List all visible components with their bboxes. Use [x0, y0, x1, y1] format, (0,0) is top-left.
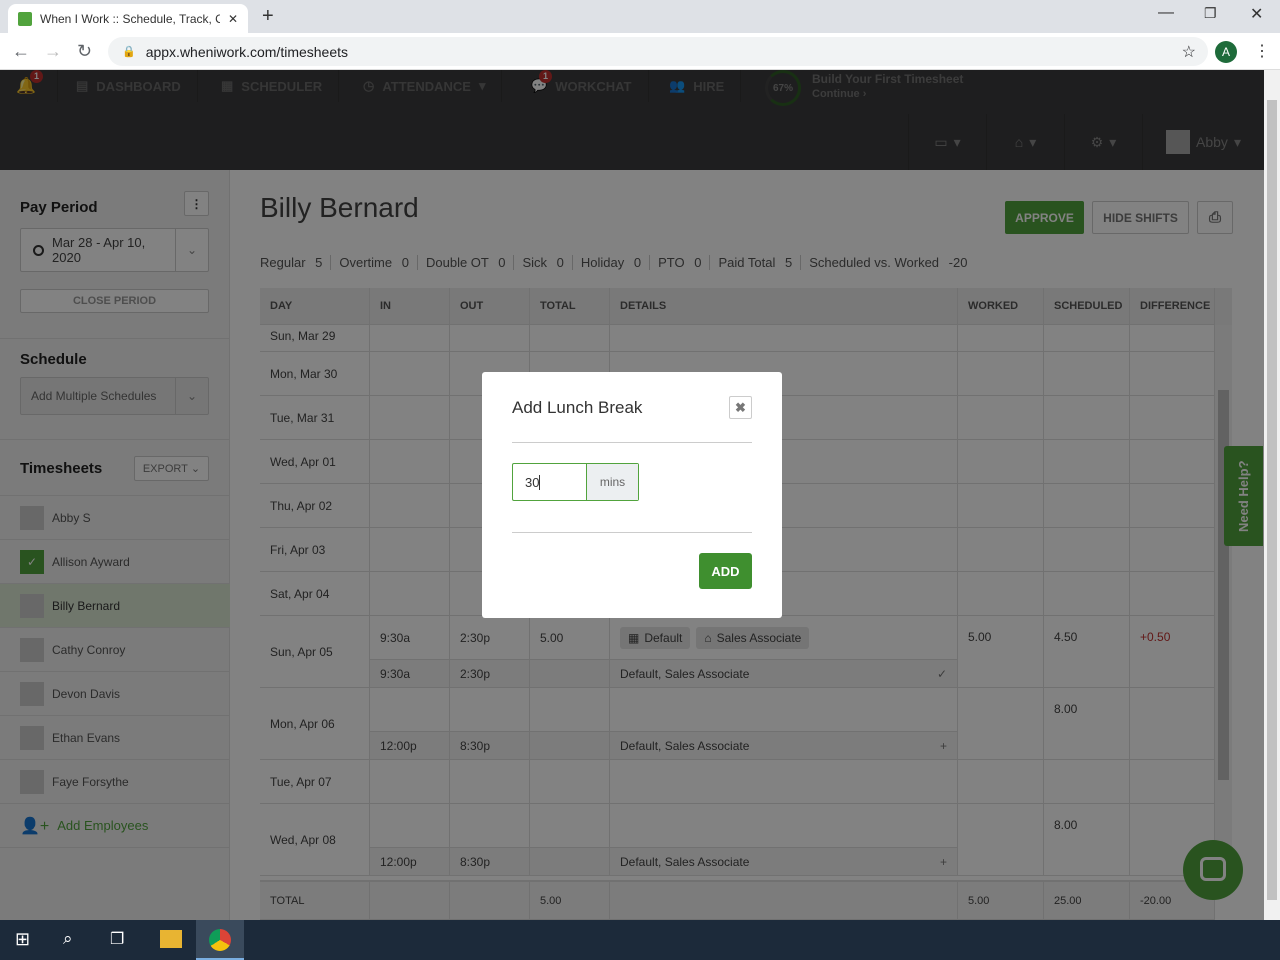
close-window-icon[interactable]: ✕ [1250, 4, 1263, 24]
close-tab-icon[interactable]: ✕ [228, 12, 238, 26]
windows-start-icon[interactable]: ⊞ [15, 929, 30, 950]
browser-menu-icon[interactable]: ⋮ [1254, 41, 1270, 61]
url-input[interactable]: 🔒 appx.wheniwork.com/timesheets ☆ [108, 37, 1208, 66]
search-icon[interactable]: ⌕ [63, 929, 73, 949]
chrome-taskbar-button[interactable] [196, 920, 244, 960]
url-text: appx.wheniwork.com/timesheets [145, 43, 349, 60]
modal-title: Add Lunch Break [512, 398, 643, 417]
forward-icon[interactable]: → [44, 41, 62, 62]
back-icon[interactable]: ← [12, 41, 30, 62]
unit-addon: mins [587, 464, 638, 500]
profile-avatar[interactable]: A [1215, 41, 1237, 63]
browser-tab[interactable]: When I Work :: Schedule, Track, C ✕ [8, 4, 248, 33]
bookmark-star-icon[interactable]: ☆ [1182, 42, 1196, 62]
new-tab-icon[interactable]: + [262, 5, 274, 28]
restore-icon[interactable]: ❐ [1204, 5, 1217, 22]
windows-taskbar: ⊞ ⌕ ❐ [0, 920, 1280, 960]
lock-icon: 🔒 [122, 46, 136, 58]
lunch-duration-input-group: 30 mins [512, 463, 639, 501]
text-cursor [539, 474, 541, 490]
close-icon: ✖ [735, 399, 746, 415]
close-modal-button[interactable]: ✖ [729, 396, 752, 419]
add-button[interactable]: ADD [699, 553, 752, 589]
reload-icon[interactable]: ↻ [77, 41, 92, 62]
file-explorer-icon[interactable] [160, 930, 182, 948]
favicon-icon [18, 11, 32, 26]
address-bar-row: ← → ↻ 🔒 appx.wheniwork.com/timesheets ☆ … [0, 33, 1280, 70]
page-scrollbar-thumb[interactable] [1267, 100, 1277, 900]
tab-title: When I Work :: Schedule, Track, C [40, 11, 220, 26]
lunch-duration-input[interactable]: 30 [513, 464, 587, 500]
page-scrollbar[interactable] [1264, 70, 1280, 920]
browser-tab-bar: When I Work :: Schedule, Track, C ✕ + — … [0, 0, 1280, 33]
chrome-icon [209, 929, 231, 951]
input-value: 30 [525, 474, 540, 490]
task-view-icon[interactable]: ❐ [110, 929, 124, 949]
add-lunch-break-modal: Add Lunch Break ✖ 30 mins ADD [482, 372, 782, 618]
minimize-icon[interactable]: — [1158, 4, 1174, 22]
